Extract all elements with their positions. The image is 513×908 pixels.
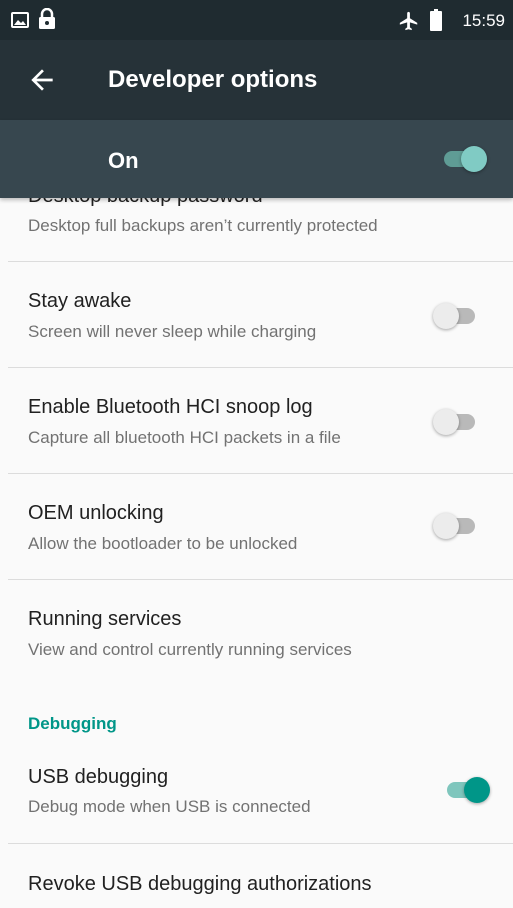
setting-summary: Capture all bluetooth HCI packets in a f… bbox=[28, 428, 341, 447]
switch-thumb bbox=[464, 777, 490, 803]
setting-title: Running services bbox=[28, 608, 182, 630]
page-title: Developer options bbox=[108, 66, 318, 93]
oem-unlocking-switch[interactable] bbox=[433, 509, 481, 541]
setting-stay-awake[interactable]: Stay awake Screen will never sleep while… bbox=[0, 262, 513, 367]
stay-awake-switch[interactable] bbox=[433, 299, 481, 331]
setting-title: Revoke USB debugging authorizations bbox=[28, 873, 372, 895]
battery-icon bbox=[430, 9, 442, 31]
section-header-debugging: Debugging bbox=[28, 714, 117, 733]
status-bar: 15:59 bbox=[0, 0, 513, 40]
image-icon bbox=[11, 12, 29, 28]
setting-title: Enable Bluetooth HCI snoop log bbox=[28, 396, 313, 418]
switch-thumb bbox=[433, 513, 459, 539]
status-time: 15:59 bbox=[462, 11, 505, 30]
setting-usb-debugging[interactable]: USB debugging Debug mode when USB is con… bbox=[0, 742, 513, 843]
setting-revoke-usb-debugging-authorizations[interactable]: Revoke USB debugging authorizations bbox=[0, 844, 513, 908]
setting-summary: Screen will never sleep while charging bbox=[28, 322, 317, 341]
arrow-left-icon[interactable] bbox=[26, 64, 58, 96]
switch-thumb bbox=[433, 409, 459, 435]
lock-icon bbox=[39, 8, 55, 29]
app-toolbar: Developer options bbox=[0, 40, 513, 120]
setting-title: USB debugging bbox=[28, 766, 169, 788]
setting-summary: View and control currently running servi… bbox=[28, 640, 352, 659]
switch-thumb bbox=[433, 303, 459, 329]
setting-title: Stay awake bbox=[28, 290, 132, 312]
setting-summary: Debug mode when USB is connected bbox=[28, 797, 311, 816]
setting-running-services[interactable]: Running services View and control curren… bbox=[0, 580, 513, 685]
master-switch-bar[interactable]: On bbox=[0, 120, 513, 198]
airplane-icon bbox=[399, 11, 418, 31]
setting-bluetooth-hci-snoop-log[interactable]: Enable Bluetooth HCI snoop log Capture a… bbox=[0, 368, 513, 473]
setting-summary: Allow the bootloader to be unlocked bbox=[28, 534, 298, 553]
setting-summary: Desktop full backups aren’t currently pr… bbox=[28, 216, 378, 235]
bluetooth-hci-snoop-log-switch[interactable] bbox=[433, 405, 481, 437]
developer-options-master-switch[interactable] bbox=[440, 142, 488, 174]
master-switch-label: On bbox=[108, 148, 139, 173]
setting-title: OEM unlocking bbox=[28, 502, 164, 524]
switch-thumb bbox=[461, 146, 487, 172]
setting-oem-unlocking[interactable]: OEM unlocking Allow the bootloader to be… bbox=[0, 474, 513, 579]
usb-debugging-switch[interactable] bbox=[443, 773, 491, 805]
